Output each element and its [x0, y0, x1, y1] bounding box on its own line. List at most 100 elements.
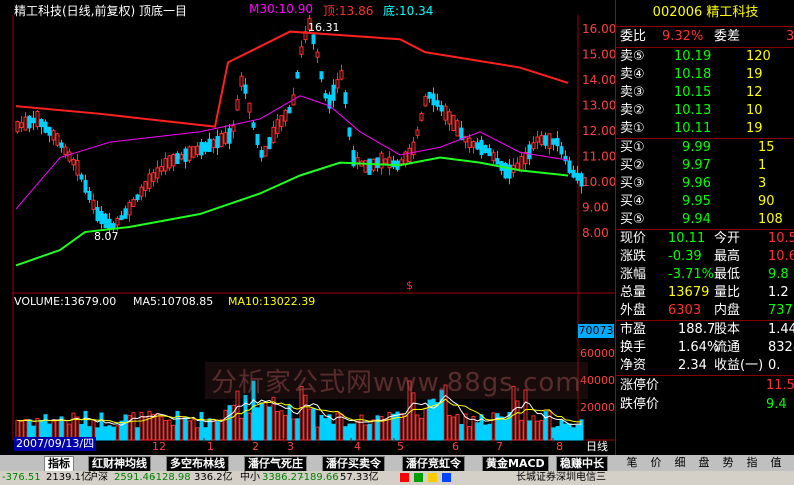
status-indicator-icon — [414, 473, 423, 482]
volume-bar — [111, 426, 116, 441]
candle — [135, 194, 140, 201]
stat-value: 737 — [768, 303, 793, 318]
bid-price: 9.94 — [682, 212, 711, 227]
volume-ma5-label: MA5:10708.85 — [133, 295, 214, 308]
candle — [459, 127, 464, 141]
volume-bar — [287, 405, 292, 441]
candle — [143, 181, 148, 191]
volume-bar — [243, 394, 248, 441]
volume-bar — [207, 418, 212, 441]
indicator-tab[interactable]: 潘仔买卖令 — [322, 456, 385, 472]
candle — [55, 133, 60, 146]
quote-view-tab[interactable]: 盘 — [694, 456, 714, 470]
volume-bar — [215, 421, 220, 441]
candle — [279, 115, 284, 128]
stat-row: 涨跌 -0.39 最高 10.6 — [616, 248, 794, 266]
candle — [235, 99, 240, 111]
indicator-tab[interactable]: 红财神均线 — [88, 456, 151, 472]
month-tick-label: 2 — [252, 440, 259, 453]
candle — [347, 127, 352, 137]
candle — [187, 146, 192, 161]
indicator-tab[interactable]: 稳赚中长 — [556, 456, 608, 472]
indicator-tab[interactable]: 潘仔竞虹令 — [402, 456, 465, 472]
weibi-row: 委比 9.32% 委差 3 — [616, 27, 794, 48]
stat-row: 现价 10.11 今开 10.5 — [616, 230, 794, 248]
quote-view-tab[interactable]: 指 — [742, 456, 762, 470]
candle — [527, 144, 532, 160]
quote-view-tab[interactable]: 细 — [670, 456, 690, 470]
volume-bar — [435, 402, 440, 441]
stat-value: 10.11 — [668, 231, 706, 246]
stat-value: -3.71% — [668, 267, 714, 282]
price-tick-label: 9.00 — [582, 201, 609, 215]
candle — [387, 156, 392, 169]
bid-label: 买③ — [620, 176, 645, 191]
candle — [467, 137, 472, 149]
candle — [475, 142, 480, 150]
status-indicator-icon — [400, 473, 409, 482]
candle — [159, 165, 164, 172]
volume-bar — [367, 423, 372, 441]
watermark: 分析家公式网www.88gs.com — [205, 362, 588, 399]
volume-bar — [475, 422, 480, 441]
candle — [331, 84, 336, 101]
quote-view-tab[interactable]: 值 — [766, 456, 786, 470]
candle — [443, 105, 448, 121]
candle — [167, 155, 172, 169]
candle — [575, 172, 580, 181]
candle — [47, 126, 52, 136]
candle — [215, 136, 220, 149]
candle — [67, 151, 72, 162]
quote-panel: 002006 精工科技 委比 9.32% 委差 3 卖⑤ 10.19 120 卖④ 10.… — [615, 0, 794, 455]
bid-label: 买① — [620, 140, 645, 155]
fin-label: 股本 — [714, 322, 741, 337]
candle — [51, 130, 56, 141]
candle — [435, 100, 440, 107]
indicator-tab[interactable]: 多空布林线 — [166, 456, 229, 472]
candle — [323, 93, 328, 99]
bid-volume: 3 — [758, 176, 767, 191]
candle — [127, 201, 132, 216]
indicator-tab[interactable]: 潘仔气死庄 — [244, 456, 307, 472]
candle — [35, 110, 40, 127]
zx-index: 3386.27 — [262, 472, 304, 483]
candle — [543, 135, 548, 146]
month-tick-label: 12 — [152, 440, 166, 453]
candle — [479, 139, 484, 156]
zx-volume: 57.33亿 — [340, 472, 379, 483]
indicator-tab[interactable]: 黄金MACD — [482, 456, 549, 472]
volume-bar — [543, 411, 548, 441]
candle — [471, 141, 476, 148]
indicator-tab[interactable]: 指标 — [44, 456, 74, 472]
kline-chart-area[interactable]: 16.00 15.00 14.00 13.00 12.00 11.00 10.00 9.00 8… — [0, 0, 616, 455]
candle — [555, 137, 560, 147]
candle — [287, 107, 292, 114]
ask-volume: 120 — [746, 49, 771, 64]
ask-label: 卖⑤ — [620, 49, 645, 64]
candle — [447, 111, 452, 125]
candle — [87, 191, 92, 201]
quote-view-tab[interactable]: 势 — [718, 456, 738, 470]
candle — [83, 179, 88, 193]
volume-label: VOLUME:13679.00 — [14, 295, 117, 308]
sh-index-change: -376.51 — [2, 472, 41, 483]
candle — [535, 136, 540, 143]
month-tick-label: 4 — [354, 440, 361, 453]
stat-label: 量比 — [714, 285, 741, 300]
volume-bar — [311, 408, 316, 441]
quote-view-tab[interactable]: 笔 — [622, 456, 642, 470]
volume-bar — [175, 410, 180, 441]
candle — [423, 95, 428, 107]
weicha-value: 3 — [786, 29, 794, 44]
volume-bar — [571, 427, 576, 441]
month-tick-label: 5 — [397, 440, 404, 453]
stat-value: 1.2 — [768, 285, 789, 300]
quote-view-tab[interactable]: 价 — [646, 456, 666, 470]
limit-up-label: 涨停价 — [620, 378, 660, 393]
candle — [263, 146, 268, 157]
status-bar: -376.51 2139.1亿 沪深 2591.46 -128.98 336.2… — [0, 471, 794, 485]
candle — [31, 117, 36, 124]
candle — [363, 160, 368, 173]
ask-row: 卖③ 10.15 12 — [616, 84, 794, 102]
volume-bar — [107, 425, 112, 441]
